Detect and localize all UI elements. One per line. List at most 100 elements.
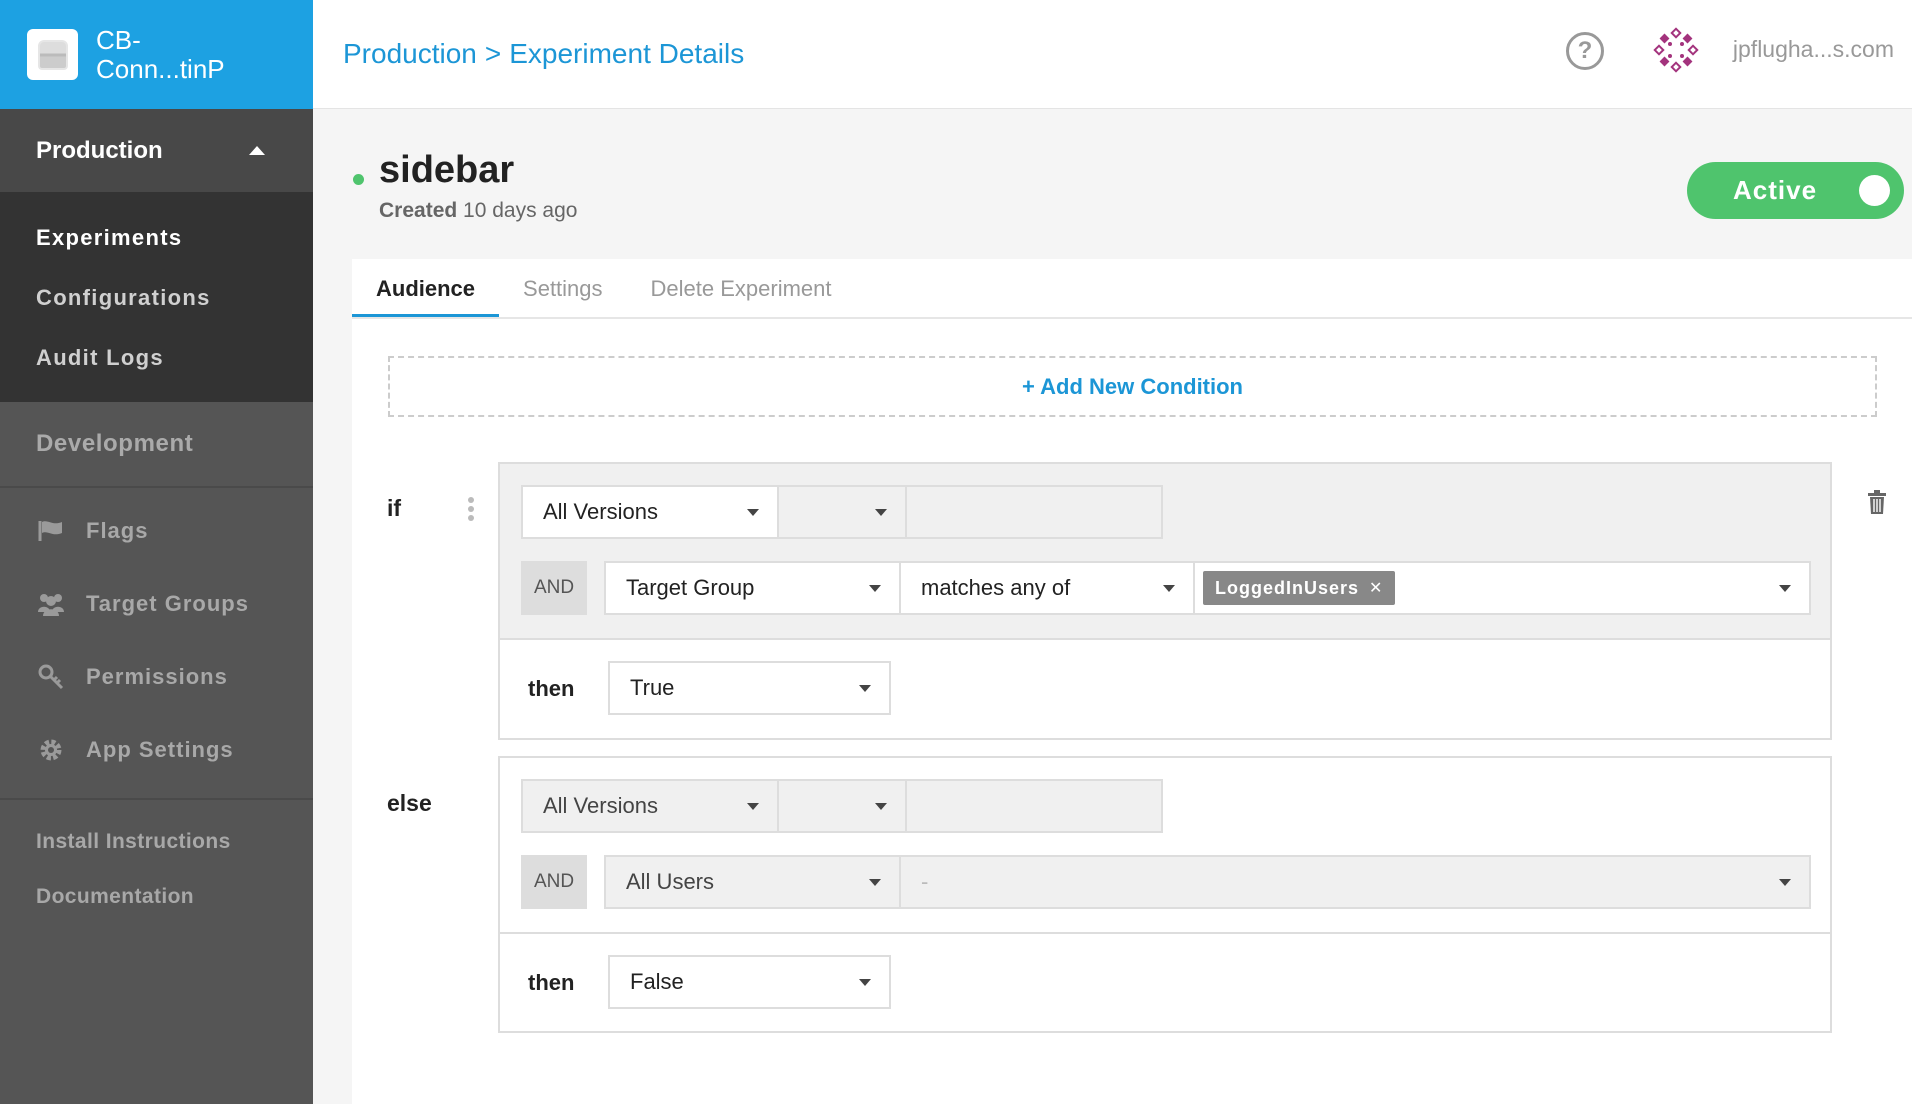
value-multiselect[interactable]: LoggedInUsers ✕ <box>1193 561 1811 615</box>
operator-placeholder: - <box>921 869 929 894</box>
nav-audit-logs[interactable]: Audit Logs <box>0 328 313 388</box>
menu-label: Permissions <box>86 663 228 689</box>
created-value: 10 days ago <box>463 199 578 222</box>
version-select[interactable]: All Versions <box>521 779 779 833</box>
experiment-card: Audience Settings Delete Experiment + Ad… <box>352 259 1912 1104</box>
if-conditions: All Versions AND Target Group matches an… <box>500 464 1830 638</box>
version-select-value: All Versions <box>543 793 658 818</box>
app-menu: Flags Target Groups Permissions App Sett… <box>0 488 313 800</box>
link-install-instructions[interactable]: Install Instructions <box>0 814 313 869</box>
menu-app-settings[interactable]: App Settings <box>0 713 313 786</box>
then-label: then <box>528 970 575 995</box>
env-current-label: Production <box>36 136 163 164</box>
operator-select[interactable]: - <box>899 855 1811 909</box>
and-button[interactable]: AND <box>521 561 587 615</box>
breadcrumb-experiment-details: Experiment Details <box>509 38 745 69</box>
attribute-select[interactable]: All Users <box>604 855 901 909</box>
breadcrumb-production[interactable]: Production <box>343 38 477 70</box>
menu-permissions[interactable]: Permissions <box>0 640 313 713</box>
env-nav: Experiments Configurations Audit Logs <box>0 192 313 402</box>
link-documentation[interactable]: Documentation <box>0 869 313 924</box>
sidebar: CB- Conn...tinP Production Experiments Co… <box>0 0 313 1104</box>
chevron-down-icon <box>859 685 871 692</box>
app-brand[interactable]: CB- Conn...tinP <box>0 0 313 109</box>
avatar[interactable] <box>1653 27 1699 73</box>
then-value: True <box>630 675 675 700</box>
tab-audience[interactable]: Audience <box>352 259 500 317</box>
else-label: else <box>387 790 432 816</box>
breadcrumb: Production > Experiment Details <box>343 38 744 70</box>
version-operator-select[interactable] <box>777 779 907 833</box>
env-selector-production[interactable]: Production <box>0 109 313 192</box>
main-content: sidebar Created 10 days ago Active Audie… <box>313 109 1912 1104</box>
add-new-condition-button[interactable]: + Add New Condition <box>388 356 1877 417</box>
env-selector-development[interactable]: Development <box>0 402 313 488</box>
users-icon <box>36 592 66 616</box>
app-name: CB- Conn...tinP <box>96 24 225 84</box>
menu-flags[interactable]: Flags <box>0 494 313 567</box>
chevron-down-icon <box>869 879 881 886</box>
top-bar: Production > Experiment Details ? jpflug… <box>313 0 1912 109</box>
attribute-select-value: Target Group <box>626 575 755 600</box>
menu-label: Flags <box>86 517 149 543</box>
chevron-down-icon <box>1779 585 1791 592</box>
help-links: Install Instructions Documentation <box>0 800 313 924</box>
breadcrumb-separator: > <box>484 38 502 69</box>
version-select-value: All Versions <box>543 499 658 524</box>
if-rule: All Versions AND Target Group matches an… <box>498 462 1832 740</box>
created-label: Created <box>379 199 458 222</box>
app-logo-icon <box>27 29 78 80</box>
then-value: False <box>630 969 684 994</box>
if-then: then True <box>500 638 1830 738</box>
key-icon <box>36 664 66 690</box>
toggle-knob <box>1859 175 1890 206</box>
operator-select-value: matches any of <box>921 575 1071 600</box>
menu-label: Target Groups <box>86 590 249 616</box>
nav-configurations[interactable]: Configurations <box>0 268 313 328</box>
chevron-down-icon <box>747 803 759 810</box>
active-toggle[interactable]: Active <box>1687 162 1904 219</box>
drag-handle-icon[interactable] <box>468 497 476 524</box>
version-value-input[interactable] <box>905 485 1163 539</box>
user-email[interactable]: jpflugha...s.com <box>1733 36 1894 63</box>
operator-select[interactable]: matches any of <box>899 561 1195 615</box>
then-value-select[interactable]: True <box>608 661 891 715</box>
status-dot <box>353 174 364 185</box>
attribute-select[interactable]: Target Group <box>604 561 901 615</box>
menu-label: App Settings <box>86 736 234 762</box>
and-button[interactable]: AND <box>521 855 587 909</box>
tab-bar: Audience Settings Delete Experiment <box>352 259 1912 319</box>
chevron-down-icon <box>869 585 881 592</box>
else-conditions: All Versions AND All Users - <box>500 758 1830 932</box>
version-select[interactable]: All Versions <box>521 485 779 539</box>
menu-target-groups[interactable]: Target Groups <box>0 567 313 640</box>
caret-up-icon <box>249 146 265 155</box>
close-icon[interactable]: ✕ <box>1369 578 1383 598</box>
attribute-select-value: All Users <box>626 869 715 894</box>
else-rule: All Versions AND All Users - then False <box>498 756 1832 1033</box>
question-circle-icon[interactable]: ? <box>1566 32 1604 70</box>
chip-loggedinusers: LoggedInUsers ✕ <box>1203 571 1396 605</box>
then-value-select[interactable]: False <box>608 955 891 1009</box>
chevron-down-icon <box>859 979 871 986</box>
else-then: then False <box>500 932 1830 1031</box>
if-label: if <box>387 495 402 521</box>
chevron-down-icon <box>747 509 759 516</box>
tab-settings[interactable]: Settings <box>499 259 627 317</box>
chevron-down-icon <box>1163 585 1175 592</box>
trash-icon[interactable] <box>1868 490 1886 514</box>
gear-icon <box>36 737 66 763</box>
chevron-down-icon <box>1779 879 1791 886</box>
chevron-down-icon <box>875 803 887 810</box>
created-info: Created 10 days ago <box>379 199 577 223</box>
version-operator-select[interactable] <box>777 485 907 539</box>
nav-experiments[interactable]: Experiments <box>0 208 313 268</box>
then-label: then <box>528 676 575 701</box>
flag-icon <box>36 520 66 542</box>
toggle-label: Active <box>1733 175 1818 205</box>
version-value-input[interactable] <box>905 779 1163 833</box>
chip-label: LoggedInUsers <box>1215 577 1360 598</box>
tab-delete-experiment[interactable]: Delete Experiment <box>627 259 856 317</box>
chevron-down-icon <box>875 509 887 516</box>
experiment-title: sidebar <box>379 149 515 191</box>
